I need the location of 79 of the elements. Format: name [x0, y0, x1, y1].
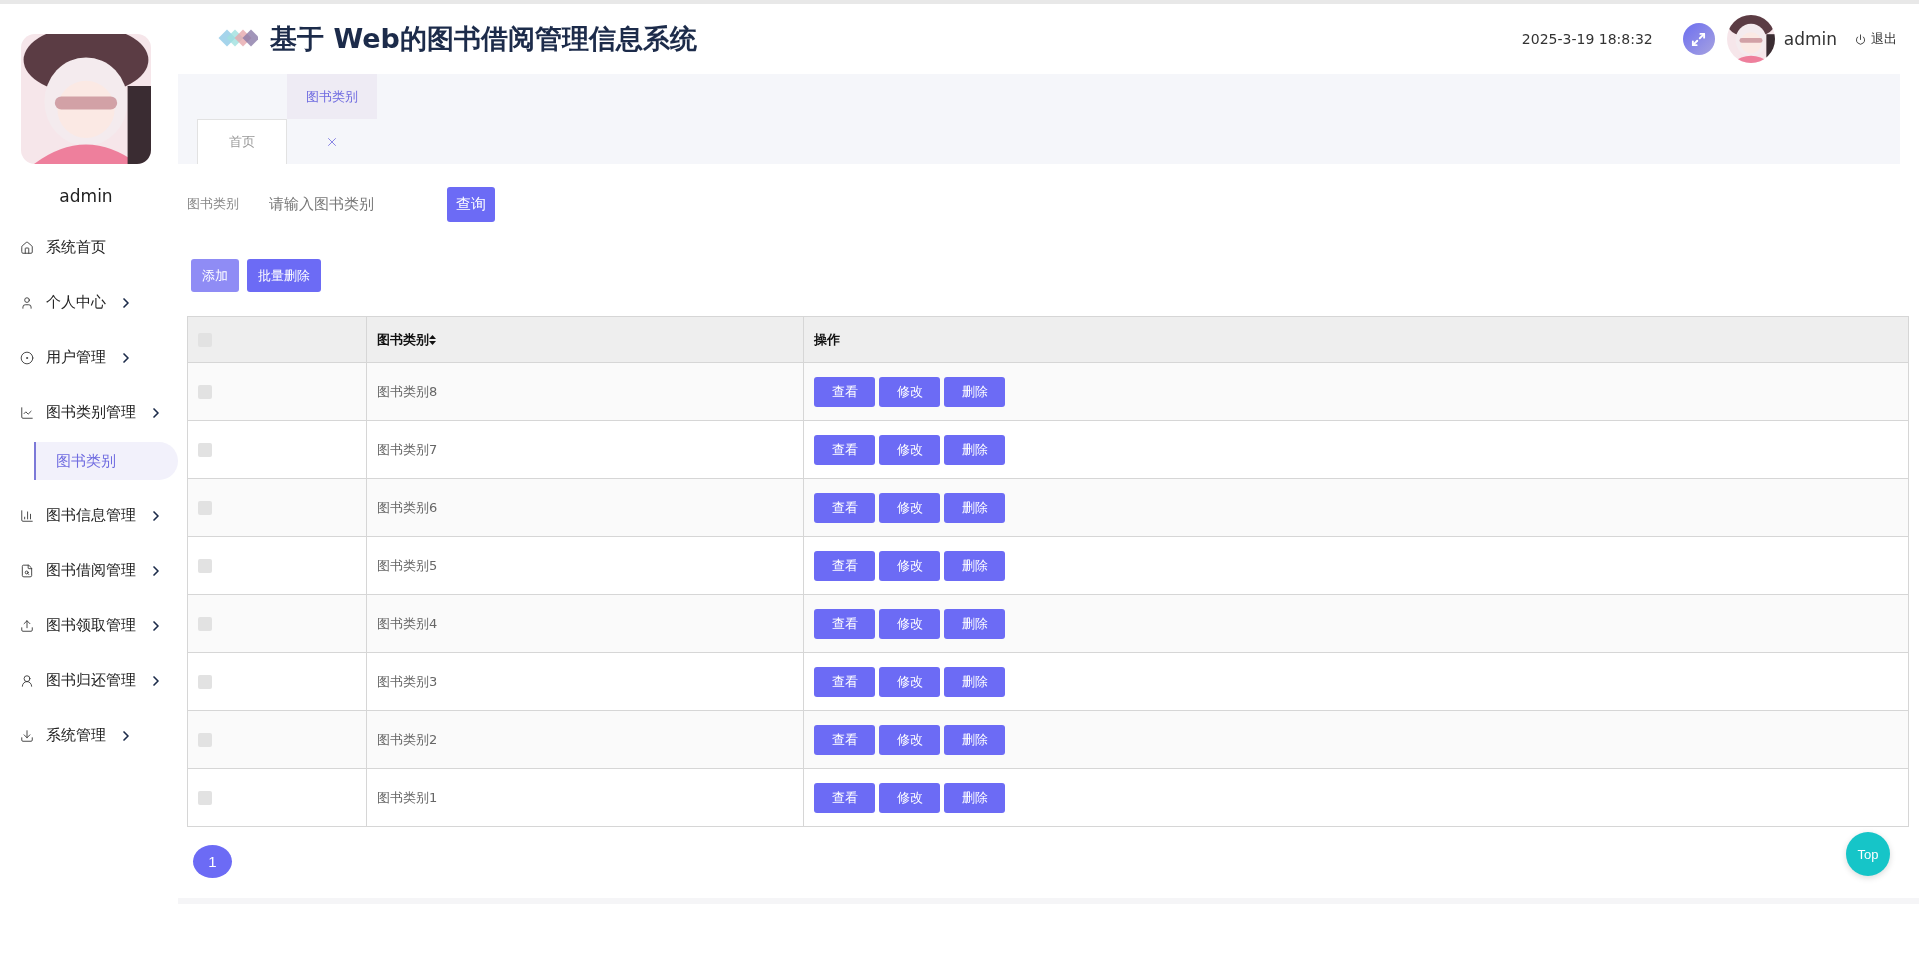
table-cell: 图书类别8: [366, 362, 804, 421]
column-header: 操作: [814, 331, 840, 347]
menu-item[interactable]: 个人中心: [0, 275, 178, 330]
document-icon: [20, 563, 34, 578]
download-icon: [20, 728, 34, 743]
edit-button[interactable]: 修改: [879, 376, 940, 407]
menu-item[interactable]: 图书归还管理: [0, 653, 178, 708]
table-cell: 图书类别5: [366, 536, 804, 595]
logo-icon: [218, 29, 258, 49]
menu-item[interactable]: 图书信息管理: [0, 488, 178, 543]
delete-button[interactable]: 删除: [944, 666, 1005, 697]
edit-button[interactable]: 修改: [879, 492, 940, 523]
edit-button[interactable]: 修改: [879, 782, 940, 813]
view-button[interactable]: 查看: [814, 434, 875, 465]
user-icon: [20, 295, 34, 310]
table-cell: 图书类别7: [366, 420, 804, 479]
edit-button[interactable]: 修改: [879, 724, 940, 755]
field-label: 图书类别: [187, 195, 240, 213]
view-button[interactable]: 查看: [814, 782, 875, 813]
tab[interactable]: 图书类别: [287, 74, 377, 119]
menu-item[interactable]: 图书领取管理: [0, 598, 178, 653]
line-chart-icon: [20, 405, 34, 420]
delete-button[interactable]: 删除: [944, 376, 1005, 407]
logout-link[interactable]: 退出: [1855, 30, 1897, 48]
tab[interactable]: 首页: [197, 119, 287, 164]
delete-button[interactable]: 删除: [944, 492, 1005, 523]
search-button[interactable]: 查询: [447, 186, 495, 222]
table-cell: 图书类别3: [366, 652, 804, 711]
menu-item[interactable]: 图书借阅管理: [0, 543, 178, 598]
date-time: 2025-3-19 18:8:32: [1521, 31, 1653, 47]
view-button[interactable]: 查看: [814, 666, 875, 697]
submenu-item[interactable]: 图书类别: [34, 442, 178, 480]
expand-icon: [1691, 31, 1707, 47]
table-cell: 图书类别6: [366, 478, 804, 537]
checkbox[interactable]: [198, 385, 212, 400]
person-icon: [20, 673, 34, 688]
checkbox[interactable]: [198, 443, 212, 458]
checkbox[interactable]: [198, 791, 212, 806]
delete-button[interactable]: 删除: [944, 550, 1005, 581]
menu-item[interactable]: 图书类别管理: [0, 385, 178, 440]
batch-delete-button[interactable]: 批量删除: [247, 259, 321, 292]
upload-icon: [20, 618, 34, 633]
user-name: admin: [58, 186, 114, 206]
edit-button[interactable]: 修改: [879, 434, 940, 465]
checkbox[interactable]: [198, 559, 212, 574]
fullscreen-button[interactable]: [1682, 23, 1715, 55]
column-header: 图书类别: [377, 331, 429, 347]
menu-item[interactable]: 系统管理: [0, 708, 178, 763]
sort-icon[interactable]: [429, 335, 436, 345]
app-title: 基于 Web的图书借阅管理信息系统: [270, 22, 697, 56]
table-cell: 图书类别2: [366, 710, 804, 769]
table-cell: 图书类别1: [366, 768, 804, 827]
view-button[interactable]: 查看: [814, 492, 875, 523]
delete-button[interactable]: 删除: [944, 782, 1005, 813]
view-button[interactable]: 查看: [814, 550, 875, 581]
checkbox[interactable]: [198, 617, 212, 632]
menu-item[interactable]: 系统首页: [0, 220, 178, 275]
view-button[interactable]: 查看: [814, 376, 875, 407]
page-button[interactable]: 1: [193, 845, 232, 878]
edit-button[interactable]: 修改: [879, 550, 940, 581]
edit-button[interactable]: 修改: [879, 666, 940, 697]
menu-item[interactable]: 用户管理: [0, 330, 178, 385]
view-button[interactable]: 查看: [814, 724, 875, 755]
checkbox[interactable]: [198, 501, 212, 516]
view-button[interactable]: 查看: [814, 608, 875, 639]
checkbox[interactable]: [198, 733, 212, 748]
bar-chart-icon: [20, 508, 34, 523]
checkbox[interactable]: [198, 675, 212, 690]
user-name: admin: [1783, 29, 1837, 49]
circle-dot-icon: [20, 350, 34, 365]
home-icon: [20, 240, 34, 255]
power-icon: [1855, 33, 1866, 45]
delete-button[interactable]: 删除: [944, 724, 1005, 755]
edit-button[interactable]: 修改: [879, 608, 940, 639]
add-button[interactable]: 添加: [191, 259, 239, 292]
back-to-top-button[interactable]: Top: [1846, 832, 1890, 876]
delete-button[interactable]: 删除: [944, 608, 1005, 639]
delete-button[interactable]: 删除: [944, 434, 1005, 465]
table-cell: 图书类别4: [366, 594, 804, 653]
